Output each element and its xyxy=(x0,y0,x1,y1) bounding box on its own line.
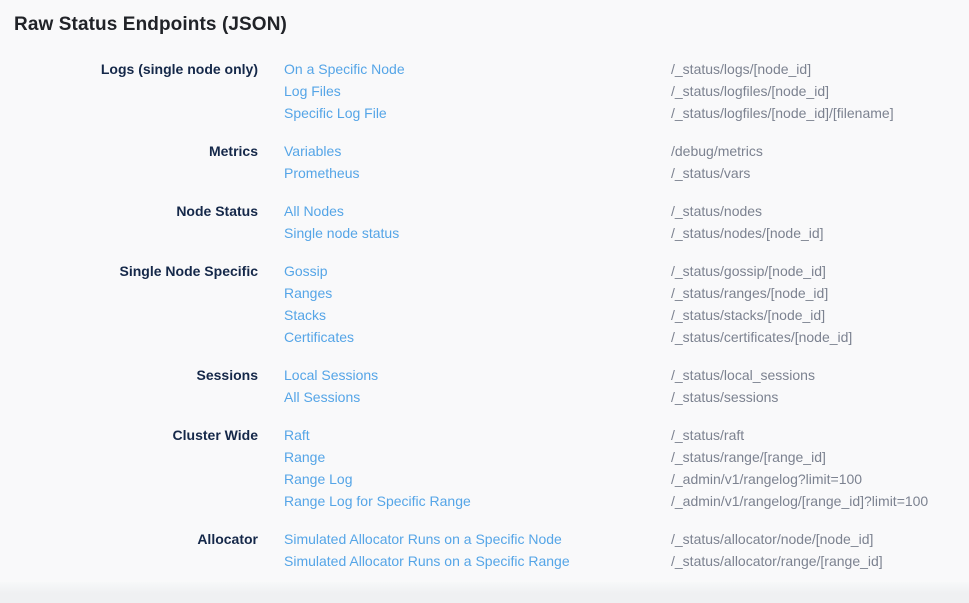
endpoint-path: /_admin/v1/rangelog/[range_id]?limit=100 xyxy=(671,490,955,512)
endpoint-section: Logs (single node only) On a Specific No… xyxy=(14,58,955,124)
endpoint-path: /_status/range/[range_id] xyxy=(671,446,955,468)
category-label: Metrics xyxy=(14,140,258,162)
endpoint-link[interactable]: Range Log for Specific Range xyxy=(284,490,471,512)
category-label: Logs (single node only) xyxy=(14,58,258,80)
endpoint-path: /_status/allocator/range/[range_id] xyxy=(671,550,955,572)
endpoint-path: /_status/logs/[node_id] xyxy=(671,58,955,80)
endpoint-link[interactable]: Raft xyxy=(284,424,310,446)
endpoint-path: /_status/logfiles/[node_id]/[filename] xyxy=(671,102,955,124)
endpoint-path: /_admin/v1/rangelog?limit=100 xyxy=(671,468,955,490)
endpoint-link[interactable]: On a Specific Node xyxy=(284,58,405,80)
endpoint-link[interactable]: Simulated Allocator Runs on a Specific N… xyxy=(284,528,562,550)
footer-band xyxy=(0,582,969,603)
endpoint-path: /_status/allocator/node/[node_id] xyxy=(671,528,955,550)
endpoint-section: Sessions Local SessionsAll Sessions /_st… xyxy=(14,364,955,408)
paths-column: /_status/allocator/node/[node_id]/_statu… xyxy=(671,528,955,572)
endpoint-link[interactable]: All Sessions xyxy=(284,386,360,408)
endpoint-path: /_status/ranges/[node_id] xyxy=(671,282,955,304)
endpoint-link[interactable]: Stacks xyxy=(284,304,326,326)
endpoint-path: /_status/certificates/[node_id] xyxy=(671,326,955,348)
endpoint-sections: Logs (single node only) On a Specific No… xyxy=(14,58,955,572)
endpoint-link[interactable]: Single node status xyxy=(284,222,399,244)
links-column: On a Specific NodeLog FilesSpecific Log … xyxy=(284,58,645,124)
endpoint-path: /_status/nodes xyxy=(671,200,955,222)
paths-column: /_status/local_sessions/_status/sessions xyxy=(671,364,955,408)
endpoint-link[interactable]: Local Sessions xyxy=(284,364,378,386)
endpoint-link[interactable]: Variables xyxy=(284,140,341,162)
links-column: All NodesSingle node status xyxy=(284,200,645,244)
endpoint-section: Node Status All NodesSingle node status … xyxy=(14,200,955,244)
endpoint-section: Metrics VariablesPrometheus /debug/metri… xyxy=(14,140,955,184)
paths-column: /_status/nodes/_status/nodes/[node_id] xyxy=(671,200,955,244)
endpoint-link[interactable]: All Nodes xyxy=(284,200,344,222)
category-label: Allocator xyxy=(14,528,258,550)
endpoint-path: /_status/raft xyxy=(671,424,955,446)
category-label: Sessions xyxy=(14,364,258,386)
endpoint-link[interactable]: Range xyxy=(284,446,325,468)
category-label: Node Status xyxy=(14,200,258,222)
links-column: VariablesPrometheus xyxy=(284,140,645,184)
endpoint-link[interactable]: Log Files xyxy=(284,80,341,102)
endpoint-link[interactable]: Simulated Allocator Runs on a Specific R… xyxy=(284,550,570,572)
endpoint-path: /_status/logfiles/[node_id] xyxy=(671,80,955,102)
endpoint-path: /_status/gossip/[node_id] xyxy=(671,260,955,282)
category-label: Cluster Wide xyxy=(14,424,258,446)
paths-column: /_status/raft/_status/range/[range_id]/_… xyxy=(671,424,955,512)
endpoint-path: /_status/stacks/[node_id] xyxy=(671,304,955,326)
category-label: Single Node Specific xyxy=(14,260,258,282)
paths-column: /_status/logs/[node_id]/_status/logfiles… xyxy=(671,58,955,124)
endpoint-link[interactable]: Certificates xyxy=(284,326,354,348)
endpoint-link[interactable]: Range Log xyxy=(284,468,353,490)
endpoint-path: /_status/sessions xyxy=(671,386,955,408)
endpoint-link[interactable]: Prometheus xyxy=(284,162,359,184)
endpoint-section: Cluster Wide RaftRangeRange LogRange Log… xyxy=(14,424,955,512)
links-column: GossipRangesStacksCertificates xyxy=(284,260,645,348)
raw-status-endpoints-page: Raw Status Endpoints (JSON) Logs (single… xyxy=(0,0,969,603)
links-column: Simulated Allocator Runs on a Specific N… xyxy=(284,528,645,572)
links-column: RaftRangeRange LogRange Log for Specific… xyxy=(284,424,645,512)
endpoint-path: /_status/vars xyxy=(671,162,955,184)
endpoint-path: /_status/nodes/[node_id] xyxy=(671,222,955,244)
endpoint-section: Allocator Simulated Allocator Runs on a … xyxy=(14,528,955,572)
page-title: Raw Status Endpoints (JSON) xyxy=(14,13,955,37)
endpoint-path: /_status/local_sessions xyxy=(671,364,955,386)
endpoint-section: Single Node Specific GossipRangesStacksC… xyxy=(14,260,955,348)
endpoint-link[interactable]: Ranges xyxy=(284,282,332,304)
links-column: Local SessionsAll Sessions xyxy=(284,364,645,408)
endpoint-link[interactable]: Gossip xyxy=(284,260,328,282)
paths-column: /debug/metrics/_status/vars xyxy=(671,140,955,184)
endpoint-path: /debug/metrics xyxy=(671,140,955,162)
endpoint-link[interactable]: Specific Log File xyxy=(284,102,387,124)
paths-column: /_status/gossip/[node_id]/_status/ranges… xyxy=(671,260,955,348)
